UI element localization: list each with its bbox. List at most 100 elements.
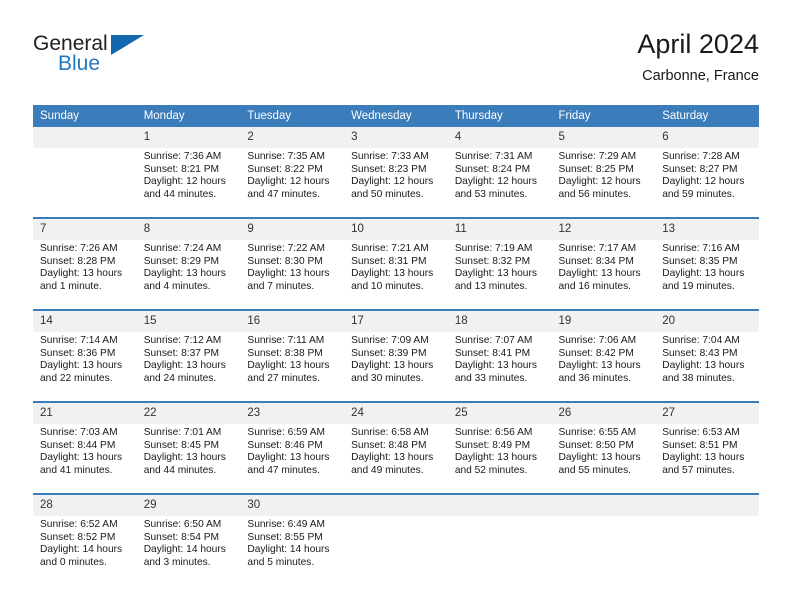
day-number: 1: [136, 127, 241, 148]
calendar-day-cell[interactable]: 8 Sunrise: 7:24 AM Sunset: 8:29 PM Daylight…: [136, 217, 241, 310]
day-number: [551, 495, 656, 516]
day-number: 25: [447, 403, 552, 424]
daylight-text-line2: and 41 minutes.: [40, 464, 113, 476]
calendar-week-row: 14 Sunrise: 7:14 AM Sunset: 8:36 PM Dayligh…: [33, 309, 759, 402]
sunrise-text: Sunrise: 7:16 AM: [662, 243, 740, 254]
calendar-day-cell[interactable]: 5 Sunrise: 7:29 AM Sunset: 8:25 PM Daylight…: [551, 127, 656, 218]
sunrise-text: Sunrise: 7:03 AM: [40, 427, 118, 438]
sunset-text: Sunset: 8:50 PM: [558, 439, 634, 451]
day-details: Sunrise: 7:12 AM Sunset: 8:37 PM Daylight:…: [137, 332, 241, 385]
calendar-day-cell[interactable]: 23 Sunrise: 6:59 AM Sunset: 8:46 PM Dayligh…: [240, 401, 345, 494]
calendar-day-cell[interactable]: 21 Sunrise: 7:03 AM Sunset: 8:44 PM Dayligh…: [33, 401, 137, 494]
calendar-day-cell[interactable]: 15 Sunrise: 7:12 AM Sunset: 8:37 PM Dayligh…: [136, 309, 241, 402]
calendar-day-cell[interactable]: 10 Sunrise: 7:21 AM Sunset: 8:31 PM Dayligh…: [344, 217, 448, 310]
calendar-day-cell[interactable]: 12 Sunrise: 7:17 AM Sunset: 8:34 PM Dayligh…: [551, 217, 656, 310]
day-details: Sunrise: 7:03 AM Sunset: 8:44 PM Daylight:…: [33, 424, 137, 477]
calendar-day-cell[interactable]: 17 Sunrise: 7:09 AM Sunset: 8:39 PM Dayligh…: [344, 309, 448, 402]
calendar-day-cell[interactable]: 19 Sunrise: 7:06 AM Sunset: 8:42 PM Dayligh…: [551, 309, 656, 402]
calendar-day-cell[interactable]: 22 Sunrise: 7:01 AM Sunset: 8:45 PM Dayligh…: [136, 401, 241, 494]
calendar-day-cell[interactable]: 27 Sunrise: 6:53 AM Sunset: 8:51 PM Dayligh…: [655, 401, 759, 494]
sunset-text: Sunset: 8:22 PM: [247, 163, 323, 175]
daylight-text-line2: and 47 minutes.: [247, 464, 320, 476]
sunset-text: Sunset: 8:35 PM: [662, 255, 738, 267]
day-number: 21: [33, 403, 137, 424]
calendar-day-cell[interactable]: 24 Sunrise: 6:58 AM Sunset: 8:48 PM Dayligh…: [344, 401, 448, 494]
daylight-text-line2: and 5 minutes.: [247, 556, 315, 568]
day-details: Sunrise: 7:22 AM Sunset: 8:30 PM Daylight:…: [240, 240, 344, 293]
calendar-day-cell[interactable]: 29 Sunrise: 6:50 AM Sunset: 8:54 PM Dayligh…: [136, 493, 241, 585]
daylight-text-line2: and 36 minutes.: [558, 372, 632, 384]
calendar-week-row: 1 Sunrise: 7:36 AM Sunset: 8:21 PM Daylight…: [33, 127, 759, 218]
logo-triangle-icon: [111, 35, 144, 55]
day-number: 11: [447, 219, 552, 240]
calendar-table: Sunday Monday Tuesday Wednesday Thursday Frid…: [33, 105, 759, 585]
day-number: 6: [655, 127, 759, 148]
calendar-day-cell[interactable]: 26 Sunrise: 6:55 AM Sunset: 8:50 PM Dayligh…: [551, 401, 656, 494]
sunset-text: Sunset: 8:31 PM: [351, 255, 427, 267]
day-details: Sunrise: 7:31 AM Sunset: 8:24 PM Daylight:…: [448, 148, 552, 201]
sunset-text: Sunset: 8:44 PM: [40, 439, 116, 451]
calendar-day-cell[interactable]: 1 Sunrise: 7:36 AM Sunset: 8:21 PM Daylight…: [136, 127, 241, 218]
daylight-text-line1: Daylight: 13 hours: [454, 268, 537, 280]
day-number: 3: [344, 127, 448, 148]
sunrise-text: Sunrise: 6:55 AM: [558, 427, 637, 438]
daylight-text-line2: and 13 minutes.: [454, 280, 528, 292]
day-number: 8: [136, 219, 241, 240]
sunset-text: Sunset: 8:41 PM: [454, 347, 531, 359]
sunrise-text: Sunrise: 7:26 AM: [40, 243, 118, 254]
general-blue-logo[interactable]: General Blue: [33, 32, 253, 92]
day-number: 18: [447, 311, 552, 332]
day-number: 7: [33, 219, 137, 240]
daylight-text-line1: Daylight: 13 hours: [143, 452, 226, 464]
page-subtitle: Carbonne, France: [642, 68, 759, 84]
calendar-day-cell[interactable]: 30 Sunrise: 6:49 AM Sunset: 8:55 PM Dayligh…: [240, 493, 345, 585]
calendar-cell-empty: [655, 493, 759, 585]
sunrise-text: Sunrise: 6:50 AM: [143, 519, 222, 530]
sunset-text: Sunset: 8:48 PM: [351, 439, 427, 451]
day-number: 24: [344, 403, 448, 424]
sunset-text: Sunset: 8:45 PM: [143, 439, 220, 451]
sunset-text: Sunset: 8:51 PM: [662, 439, 738, 451]
sunrise-text: Sunrise: 7:01 AM: [143, 427, 222, 438]
day-number: 17: [344, 311, 448, 332]
day-details: Sunrise: 7:01 AM Sunset: 8:45 PM Daylight:…: [137, 424, 241, 477]
daylight-text-line1: Daylight: 13 hours: [40, 452, 123, 464]
calendar-day-cell[interactable]: 16 Sunrise: 7:11 AM Sunset: 8:38 PM Dayligh…: [240, 309, 345, 402]
daylight-text-line1: Daylight: 12 hours: [351, 176, 434, 188]
calendar-day-cell[interactable]: 18 Sunrise: 7:07 AM Sunset: 8:41 PM Dayligh…: [447, 309, 552, 402]
sunrise-text: Sunrise: 7:04 AM: [662, 335, 740, 346]
daylight-text-line2: and 10 minutes.: [351, 280, 424, 292]
daylight-text-line1: Daylight: 14 hours: [143, 544, 226, 556]
daylight-text-line2: and 47 minutes.: [247, 188, 320, 200]
calendar-day-cell[interactable]: 20 Sunrise: 7:04 AM Sunset: 8:43 PM Dayligh…: [655, 309, 759, 402]
day-details: Sunrise: 7:24 AM Sunset: 8:29 PM Daylight:…: [137, 240, 241, 293]
sunset-text: Sunset: 8:54 PM: [143, 531, 220, 543]
daylight-text-line1: Daylight: 13 hours: [454, 452, 537, 464]
calendar-day-cell[interactable]: 6 Sunrise: 7:28 AM Sunset: 8:27 PM Daylight…: [655, 127, 759, 218]
calendar-week-row: 28 Sunrise: 6:52 AM Sunset: 8:52 PM Dayligh…: [33, 493, 759, 585]
weekday-header-wednesday: Wednesday: [344, 105, 448, 127]
day-number: [655, 495, 759, 516]
day-number: 19: [551, 311, 656, 332]
calendar-day-cell[interactable]: 11 Sunrise: 7:19 AM Sunset: 8:32 PM Dayligh…: [447, 217, 552, 310]
daylight-text-line1: Daylight: 13 hours: [247, 360, 330, 372]
calendar-day-cell[interactable]: 3 Sunrise: 7:33 AM Sunset: 8:23 PM Daylight…: [344, 127, 448, 218]
sunset-text: Sunset: 8:37 PM: [143, 347, 220, 359]
sunrise-text: Sunrise: 6:49 AM: [247, 519, 325, 530]
calendar-day-cell[interactable]: 7 Sunrise: 7:26 AM Sunset: 8:28 PM Daylight…: [33, 217, 137, 310]
calendar-day-cell[interactable]: 13 Sunrise: 7:16 AM Sunset: 8:35 PM Dayligh…: [655, 217, 759, 310]
day-details: Sunrise: 6:52 AM Sunset: 8:52 PM Daylight:…: [33, 516, 137, 569]
daylight-text-line2: and 53 minutes.: [454, 188, 528, 200]
weekday-header-monday: Monday: [136, 105, 241, 127]
daylight-text-line1: Daylight: 13 hours: [662, 452, 745, 464]
day-details: Sunrise: 7:21 AM Sunset: 8:31 PM Daylight:…: [344, 240, 448, 293]
day-number: 10: [344, 219, 448, 240]
calendar-day-cell[interactable]: 4 Sunrise: 7:31 AM Sunset: 8:24 PM Daylight…: [447, 127, 552, 218]
sunrise-text: Sunrise: 7:36 AM: [143, 151, 222, 162]
calendar-day-cell[interactable]: 25 Sunrise: 6:56 AM Sunset: 8:49 PM Dayligh…: [447, 401, 552, 494]
calendar-day-cell[interactable]: 9 Sunrise: 7:22 AM Sunset: 8:30 PM Daylight…: [240, 217, 345, 310]
sunrise-text: Sunrise: 6:58 AM: [351, 427, 429, 438]
calendar-day-cell[interactable]: 2 Sunrise: 7:35 AM Sunset: 8:22 PM Daylight…: [240, 127, 345, 218]
calendar-day-cell[interactable]: 14 Sunrise: 7:14 AM Sunset: 8:36 PM Dayligh…: [33, 309, 137, 402]
calendar-day-cell[interactable]: 28 Sunrise: 6:52 AM Sunset: 8:52 PM Dayligh…: [33, 493, 137, 585]
